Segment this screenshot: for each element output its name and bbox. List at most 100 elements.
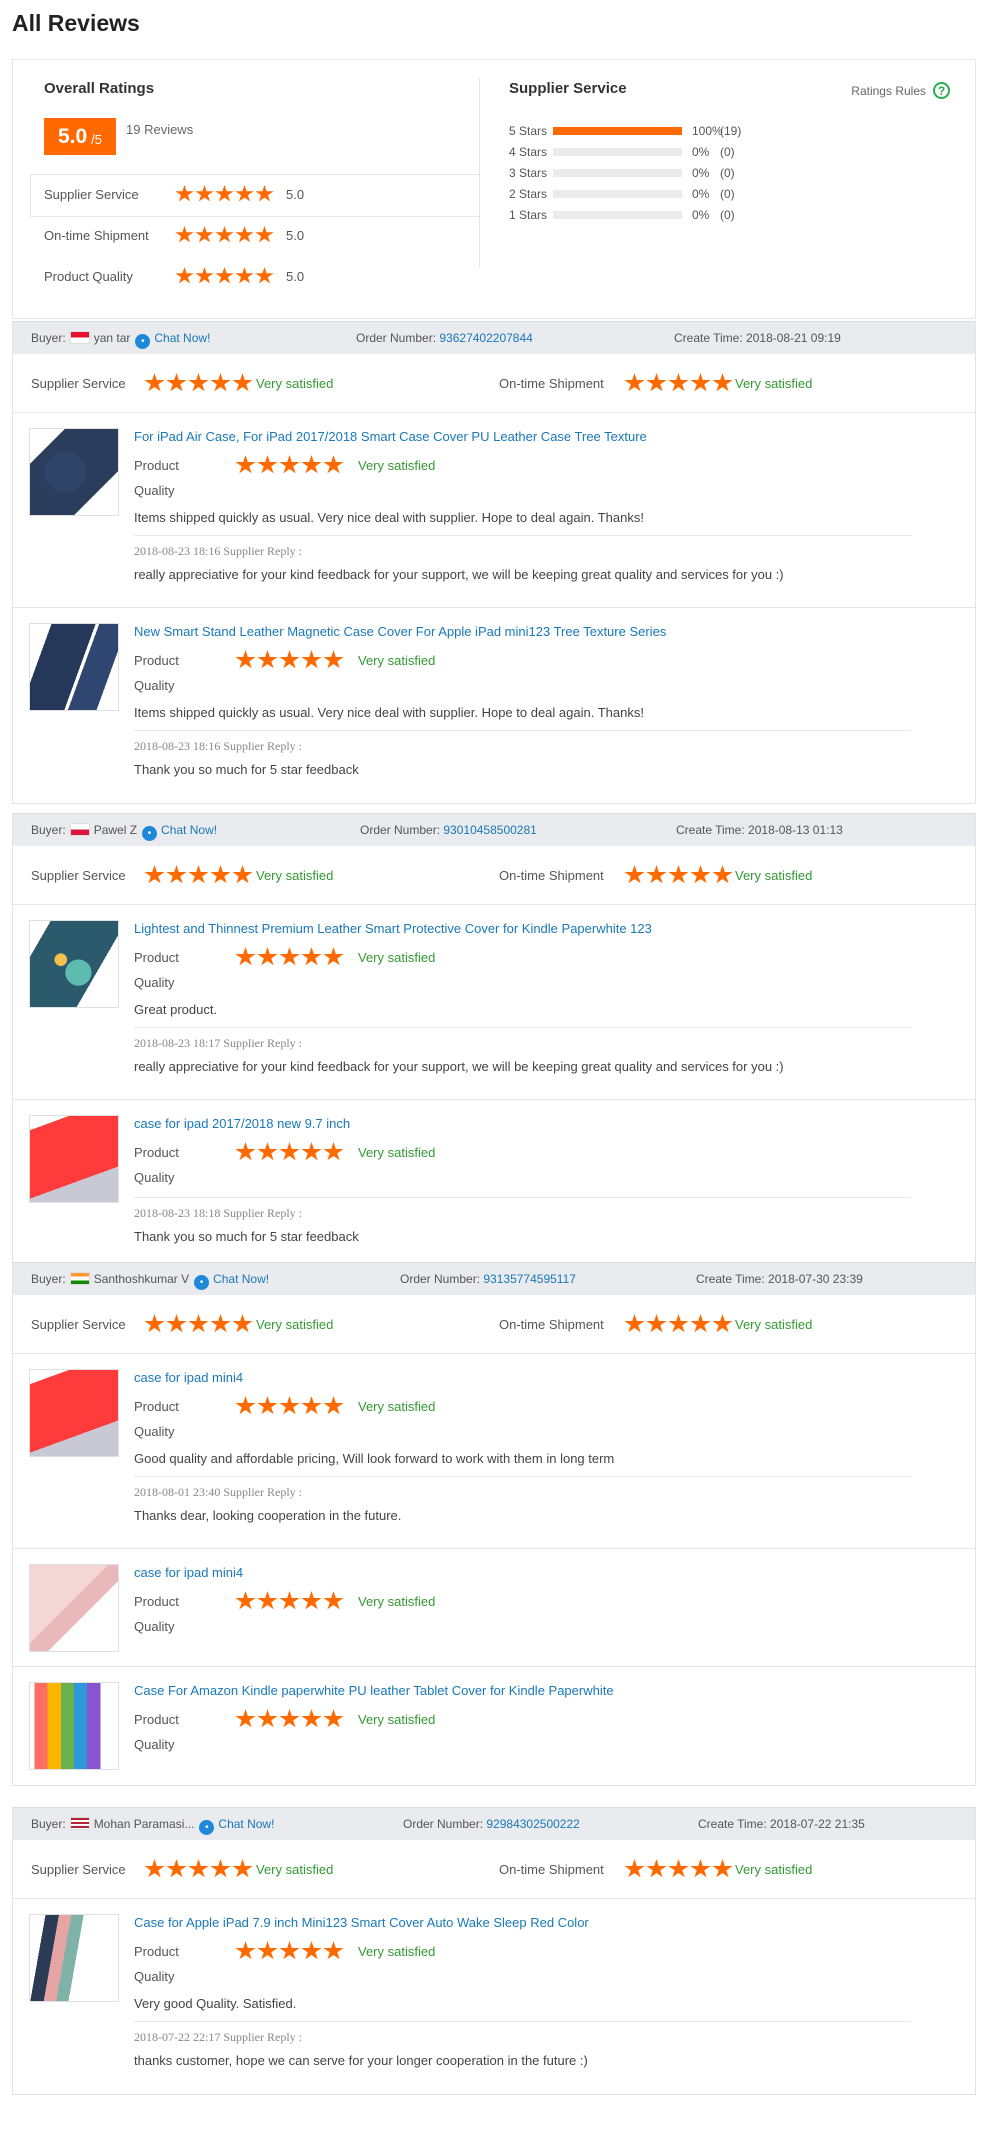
product-title-link[interactable]: case for ipad mini4 (134, 1565, 243, 1580)
chat-icon[interactable]: • (199, 1820, 215, 1835)
reply-time: 2018-08-23 18:16 (134, 544, 221, 558)
star-icon (301, 1396, 322, 1415)
star-rating (235, 1709, 344, 1729)
star-icon (255, 267, 274, 284)
overall-score: 5.0 (57, 124, 88, 148)
supplier-reply-text: really appreciative for your kind feedba… (134, 1059, 784, 1074)
product-title-link[interactable]: Case for Apple iPad 7.9 inch Mini123 Sma… (134, 1915, 589, 1930)
ratings-rules-label[interactable]: Ratings Rules (851, 84, 926, 98)
product-thumbnail[interactable] (29, 428, 119, 516)
product-thumbnail[interactable] (29, 1682, 119, 1770)
buyer-label: Buyer: (31, 331, 66, 345)
star-icon (255, 185, 274, 202)
quality-label: Quality (134, 1737, 175, 1752)
star-icon (690, 1859, 711, 1878)
product-thumbnail[interactable] (29, 1914, 119, 2002)
order-number-link[interactable]: 93627402207844 (439, 331, 532, 345)
supplier-reply-text: Thank you so much for 5 star feedback (134, 762, 359, 777)
order-header: Buyer: Mohan Paramasi... • Chat Now! Order N… (13, 1807, 975, 1840)
review-item: New Smart Stand Leather Magnetic Case Co… (13, 608, 975, 803)
create-time-label: Create Time: (698, 1817, 767, 1831)
product-label: Product (134, 949, 179, 965)
satisfaction-text: Very satisfied (358, 1711, 436, 1727)
chat-icon[interactable]: • (194, 1275, 210, 1290)
star-rating (235, 1396, 344, 1416)
quality-label: Quality (134, 1969, 175, 1984)
order-number-link[interactable]: 93135774595117 (483, 1272, 576, 1286)
chat-icon[interactable]: • (142, 826, 158, 841)
satisfaction-text: Very satisfied (358, 652, 436, 668)
help-icon[interactable]: ? (933, 82, 950, 99)
star-icon (279, 1396, 300, 1415)
supplier-reply-label: Supplier Reply : (223, 2030, 302, 2044)
product-label: Product (134, 1711, 179, 1727)
product-thumbnail[interactable] (29, 920, 119, 1008)
supplier-service-label: Supplier Service (31, 1316, 126, 1332)
buyer-info: Buyer: Mohan Paramasi... • Chat Now! (31, 1817, 274, 1835)
quality-label: Quality (134, 1170, 175, 1185)
product-title-link[interactable]: For iPad Air Case, For iPad 2017/2018 Sm… (134, 429, 647, 444)
order-header: Buyer: yan tar • Chat Now! Order Number: 936… (13, 321, 975, 354)
star-rating (144, 1314, 253, 1334)
chat-now-link[interactable]: Chat Now! (161, 823, 217, 837)
star-icon (323, 1142, 344, 1161)
chat-icon[interactable]: • (135, 334, 151, 349)
distribution-percent: 100% (692, 124, 723, 138)
order-service-ratings: Supplier Service Very satisfied On-time Sh… (13, 846, 975, 905)
product-title-link[interactable]: Lightest and Thinnest Premium Leather Sm… (134, 921, 652, 936)
distribution-label: 1 Stars (509, 208, 548, 222)
product-title-link[interactable]: New Smart Stand Leather Magnetic Case Co… (134, 624, 666, 639)
order-number-link[interactable]: 93010458500281 (443, 823, 536, 837)
product-title-link[interactable]: case for ipad mini4 (134, 1370, 243, 1385)
product-quality-rating: Product Very satisfied (134, 947, 435, 967)
supplier-reply-meta: 2018-08-23 18:18 Supplier Reply : (134, 1206, 302, 1221)
product-thumbnail[interactable] (29, 1564, 119, 1652)
order-block: Buyer: Santhoshkumar V • Chat Now! Order Num… (12, 1262, 976, 1786)
star-icon (646, 1859, 667, 1878)
buyer-info: Buyer: Santhoshkumar V • Chat Now! (31, 1272, 269, 1290)
chat-now-link[interactable]: Chat Now! (213, 1272, 269, 1286)
order-number-link[interactable]: 92984302500222 (486, 1817, 579, 1831)
review-item: Lightest and Thinnest Premium Leather Sm… (13, 905, 975, 1100)
star-icon (646, 373, 667, 392)
product-thumbnail[interactable] (29, 1369, 119, 1457)
star-icon (624, 1859, 645, 1878)
star-icon (188, 1314, 209, 1333)
star-icon (668, 865, 689, 884)
distribution-count: (0) (720, 145, 735, 159)
distribution-percent: 0% (692, 145, 710, 159)
summary-row-value: 5.0 (286, 268, 305, 284)
product-title-link[interactable]: case for ipad 2017/2018 new 9.7 inch (134, 1116, 350, 1131)
satisfaction-text: Very satisfied (256, 375, 334, 391)
star-icon (144, 373, 165, 392)
star-icon (235, 947, 256, 966)
product-thumbnail[interactable] (29, 1115, 119, 1203)
distribution-percent: 0% (692, 208, 710, 222)
create-time-value: 2018-07-30 23:39 (768, 1272, 863, 1286)
country-flag-icon (69, 1817, 90, 1830)
distribution-bar-fill (553, 127, 682, 135)
order-number-label: Order Number: (400, 1272, 481, 1286)
order-number-label: Order Number: (356, 331, 437, 345)
supplier-service-label: Supplier Service (31, 867, 126, 883)
star-icon (215, 267, 234, 284)
ratings-rules-link[interactable]: Ratings Rules ? (851, 82, 950, 99)
chat-now-link[interactable]: Chat Now! (154, 331, 210, 345)
product-thumbnail[interactable] (29, 623, 119, 711)
product-label: Product (134, 1144, 179, 1160)
product-label: Product (134, 1943, 179, 1959)
star-rating (175, 185, 274, 203)
supplier-reply-meta: 2018-08-23 18:16 Supplier Reply : (134, 544, 302, 559)
create-time-label: Create Time: (696, 1272, 765, 1286)
create-time: Create Time: 2018-08-21 09:19 (674, 331, 841, 345)
star-icon (166, 1859, 187, 1878)
product-quality-rating: Product Very satisfied (134, 650, 435, 670)
product-title-link[interactable]: Case For Amazon Kindle paperwhite PU lea… (134, 1683, 614, 1698)
star-icon (257, 650, 278, 669)
reviews-count: 19 Reviews (126, 122, 194, 137)
summary-row-supplier-service: Supplier Service 5.0 (44, 182, 474, 206)
order-service-ratings: Supplier Service Very satisfied On-time Sh… (13, 1295, 975, 1354)
star-icon (624, 1314, 645, 1333)
chat-now-link[interactable]: Chat Now! (218, 1817, 274, 1831)
buyer-feedback-text: Items shipped quickly as usual. Very nic… (134, 705, 644, 720)
